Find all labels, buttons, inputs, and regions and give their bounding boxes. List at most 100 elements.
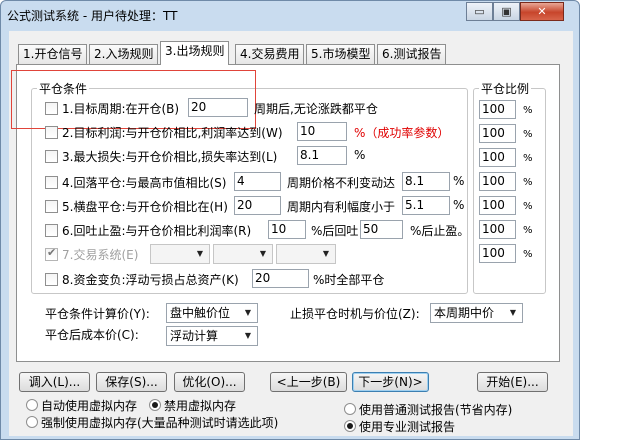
trading-system-select-3[interactable]: ▼ — [276, 244, 336, 264]
ratio-percent-2: % — [523, 129, 533, 140]
profit-giveback-suffix: %后止盈。 — [410, 224, 470, 238]
dropdown-arrow-icon: ▼ — [322, 249, 330, 258]
dropdown-arrow-icon: ▼ — [244, 308, 252, 317]
target-period-checkbox[interactable] — [45, 102, 58, 115]
max-loss-checkbox[interactable] — [45, 150, 58, 163]
maximize-icon: ▣ — [501, 5, 512, 18]
calc-price-select[interactable]: 盘中触价位 ▼ — [166, 303, 258, 323]
background-window — [580, 0, 617, 440]
auto-virtual-memory-label: 自动使用虚拟内存 — [41, 399, 138, 413]
pro-report-radio[interactable] — [344, 420, 356, 432]
normal-report-label: 使用普通测试报告(节省内存) — [359, 403, 513, 417]
sideways-period-input[interactable]: 20 — [234, 196, 281, 215]
stop-timing-value: 本周期中价 — [434, 306, 495, 320]
load-button[interactable]: 调入(L)... — [19, 372, 90, 392]
force-virtual-memory-label: 强制使用虚拟内存(大量品种测试时请选此项) — [41, 416, 279, 430]
close-icon: ✕ — [537, 5, 547, 18]
drawdown-exit-mid: 周期价格不利变动达 — [287, 176, 396, 190]
equity-negative-input[interactable]: 20 — [252, 269, 309, 288]
max-loss-suffix: % — [354, 148, 366, 162]
save-button[interactable]: 保存(S)... — [96, 372, 167, 392]
tab-label: 2.入场规则 — [94, 47, 154, 61]
calc-price-value: 盘中触价位 — [170, 306, 231, 320]
target-profit-suffix: %（成功率参数） — [354, 126, 450, 140]
title-bar: 公式测试系统 - 用户待处理：TT ▭ ▣ ✕ — [1, 1, 579, 31]
tab-trading-fees[interactable]: 4.交易费用 — [235, 44, 305, 64]
sideways-exit-suffix: % — [453, 198, 465, 212]
target-period-input[interactable]: 20 — [188, 98, 248, 117]
trading-system-checkbox[interactable] — [45, 246, 58, 261]
next-step-button[interactable]: 下一步(N)> — [352, 372, 429, 392]
tab-label: 4.交易费用 — [240, 47, 300, 61]
trading-system-select-1[interactable]: ▼ — [150, 244, 210, 264]
target-profit-checkbox[interactable] — [45, 126, 58, 139]
normal-report-radio[interactable] — [344, 403, 356, 415]
start-button[interactable]: 开始(E)... — [477, 372, 548, 392]
dropdown-arrow-icon: ▼ — [259, 249, 267, 258]
tab-market-model[interactable]: 5.市场模型 — [306, 44, 376, 64]
ratio-input-6[interactable]: 100 — [479, 220, 516, 239]
maximize-button[interactable]: ▣ — [493, 2, 520, 21]
prev-step-button[interactable]: <上一步(B) — [270, 372, 347, 392]
tab-open-signal[interactable]: 1.开仓信号 — [18, 44, 88, 64]
auto-virtual-memory-radio[interactable] — [26, 399, 38, 411]
ratio-input-3[interactable]: 100 — [479, 148, 516, 167]
ratio-percent-3: % — [523, 153, 533, 164]
force-virtual-memory-radio[interactable] — [26, 416, 38, 428]
optimize-button[interactable]: 优化(O)... — [174, 372, 245, 392]
minimize-icon: ▭ — [474, 5, 485, 18]
close-button[interactable]: ✕ — [520, 2, 564, 21]
target-profit-label: 2.目标利润:与开仓价相比,利润率达到(W) — [62, 126, 283, 140]
ratio-percent-6: % — [523, 225, 533, 236]
sideways-percent-input[interactable]: 5.1 — [402, 196, 450, 215]
max-loss-label: 3.最大损失:与开仓价相比,损失率达到(L) — [62, 150, 278, 164]
tab-entry-rules[interactable]: 2.入场规则 — [89, 44, 159, 64]
trading-system-label: 7.交易系统(E) — [62, 248, 139, 262]
drawdown-period-input[interactable]: 4 — [234, 172, 281, 191]
tab-test-report[interactable]: 6.测试报告 — [377, 44, 447, 64]
drawdown-exit-label: 4.回落平仓:与最高市值相比(S) — [62, 176, 227, 190]
window-title: 公式测试系统 - 用户待处理：TT — [7, 9, 178, 23]
max-loss-input[interactable]: 8.1 — [297, 146, 347, 165]
giveback-percent-input[interactable]: 50 — [360, 220, 403, 239]
stop-timing-select[interactable]: 本周期中价 ▼ — [430, 303, 523, 323]
cost-price-label: 平仓后成本价(C): — [45, 328, 139, 342]
exit-ratio-title: 平仓比例 — [479, 80, 532, 97]
sideways-exit-mid: 周期内有利幅度小于 — [287, 200, 396, 214]
drawdown-percent-input[interactable]: 8.1 — [402, 172, 450, 191]
dropdown-arrow-icon: ▼ — [244, 331, 252, 340]
dropdown-arrow-icon: ▼ — [509, 308, 517, 317]
ratio-input-2[interactable]: 100 — [479, 124, 516, 143]
sideways-exit-label: 5.横盘平仓:与开仓价相比在(H) — [62, 200, 228, 214]
tab-exit-rules[interactable]: 3.出场规则 — [160, 41, 230, 65]
ratio-input-5[interactable]: 100 — [479, 196, 516, 215]
ratio-input-1[interactable]: 100 — [479, 100, 516, 119]
ratio-percent-7: % — [523, 249, 533, 260]
equity-negative-checkbox[interactable] — [45, 273, 58, 286]
target-profit-input[interactable]: 10 — [297, 122, 347, 141]
equity-negative-suffix: %时全部平仓 — [313, 273, 385, 287]
target-period-suffix: 周期后,无论涨跌都平仓 — [254, 102, 378, 116]
ratio-percent-1: % — [523, 105, 533, 116]
ratio-input-7[interactable]: 100 — [479, 244, 516, 263]
disable-virtual-memory-label: 禁用虚拟内存 — [164, 399, 237, 413]
profit-giveback-checkbox[interactable] — [45, 224, 58, 237]
trading-system-select-2[interactable]: ▼ — [213, 244, 273, 264]
profit-rate-input[interactable]: 10 — [268, 220, 306, 239]
ratio-percent-5: % — [523, 201, 533, 212]
profit-giveback-label: 6.回吐止盈:与开仓价相比利润率(R) — [62, 224, 252, 238]
disable-virtual-memory-radio[interactable] — [149, 399, 161, 411]
minimize-button[interactable]: ▭ — [466, 2, 493, 21]
ratio-input-4[interactable]: 100 — [479, 172, 516, 191]
drawdown-exit-checkbox[interactable] — [45, 176, 58, 189]
cost-price-value: 浮动计算 — [170, 329, 219, 343]
tab-label: 5.市场模型 — [311, 47, 371, 61]
profit-giveback-mid: %后回吐 — [311, 224, 359, 238]
tab-label: 6.测试报告 — [382, 47, 442, 61]
ratio-percent-4: % — [523, 177, 533, 188]
stop-timing-label: 止损平仓时机与价位(Z): — [290, 307, 420, 321]
cost-price-select[interactable]: 浮动计算 ▼ — [166, 326, 258, 346]
sideways-exit-checkbox[interactable] — [45, 200, 58, 213]
target-period-label: 1.目标周期:在开仓(B) — [62, 102, 180, 116]
drawdown-exit-suffix: % — [453, 174, 465, 188]
